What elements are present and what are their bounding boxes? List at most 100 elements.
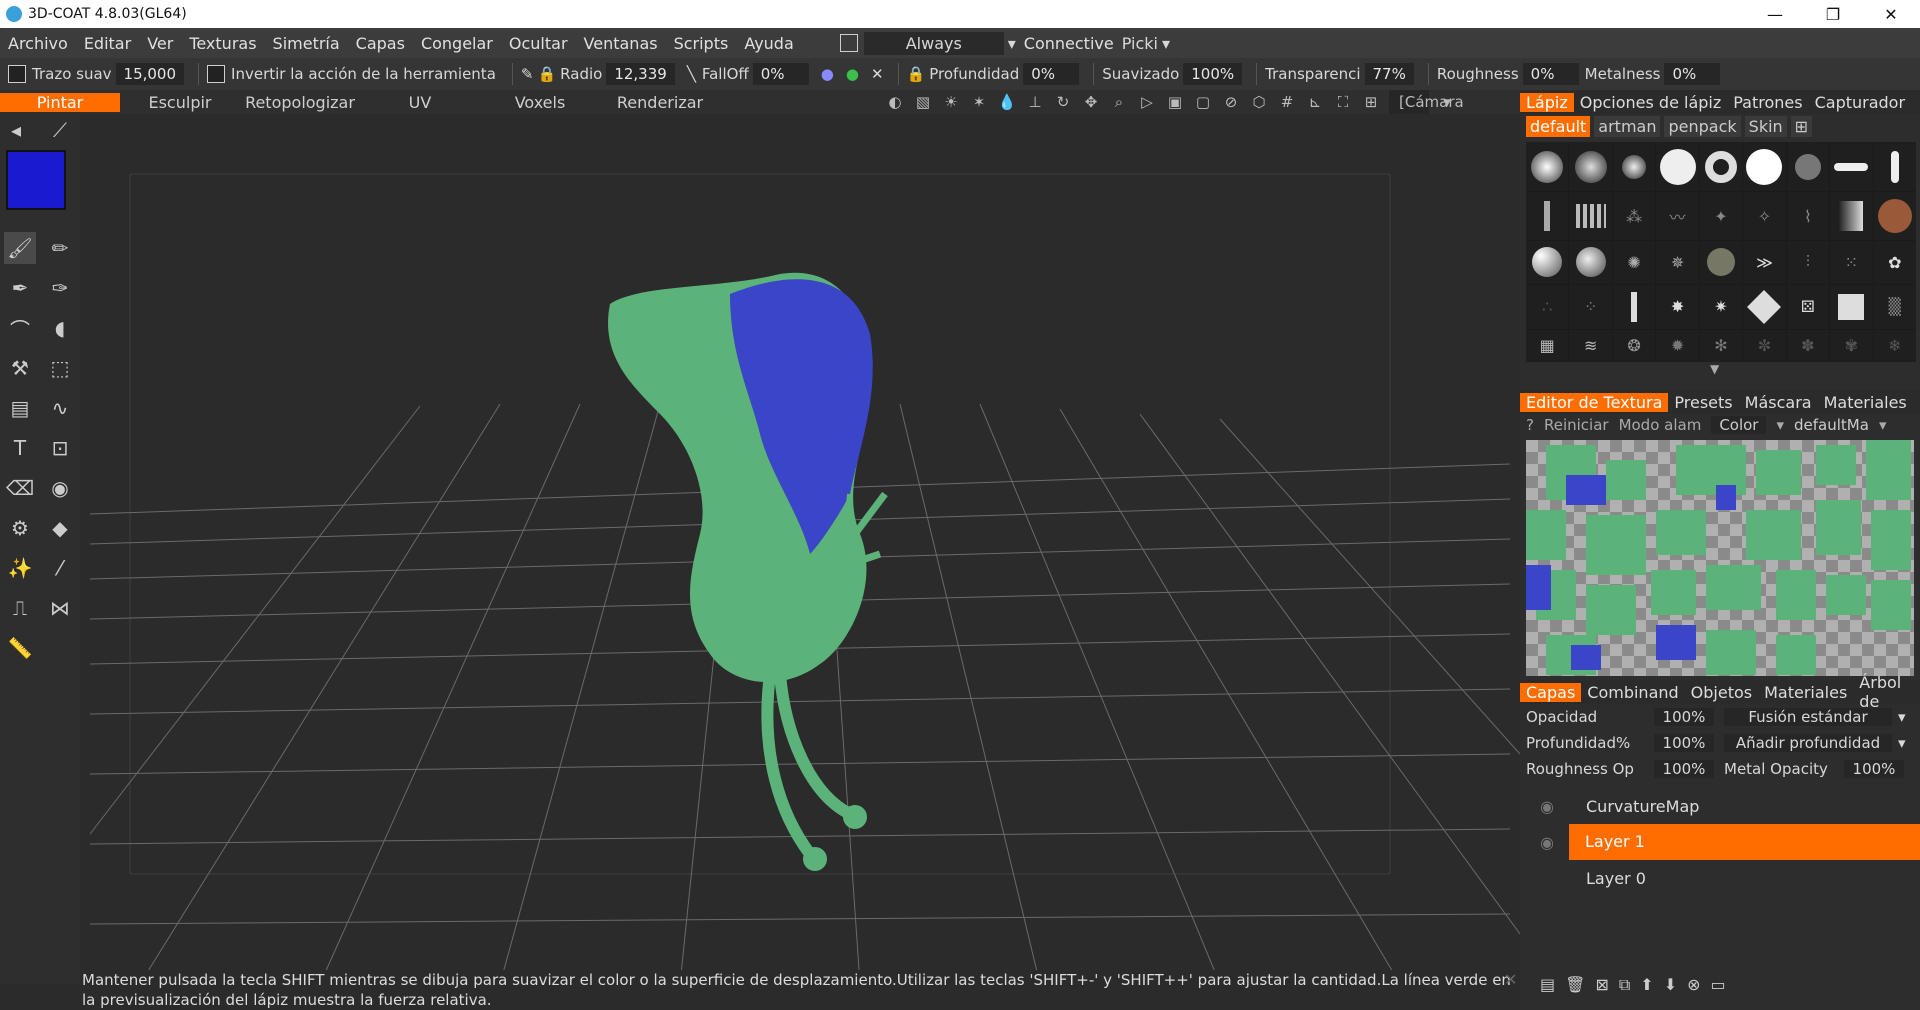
minimize-button[interactable]: — <box>1746 0 1804 28</box>
camera-dropdown[interactable]: [Cámara ...] <box>1389 90 1464 131</box>
brush-alpha-item[interactable] <box>1612 285 1656 329</box>
pencil-icon[interactable]: ✏ <box>44 232 76 264</box>
move-up-icon[interactable]: ⬆ <box>1640 975 1653 995</box>
brush-alpha-item[interactable] <box>1526 240 1569 285</box>
layer-row-selected[interactable]: ◉ Layer 1 <box>1520 824 1920 860</box>
tab-materiales[interactable]: Materiales <box>1818 393 1913 412</box>
play-icon[interactable]: ▷ <box>1137 92 1157 112</box>
tab-materiales-capas[interactable]: Materiales <box>1758 683 1853 702</box>
tab-capas[interactable]: Capas <box>1520 682 1582 702</box>
cube-icon[interactable]: ⬡ <box>1249 92 1269 112</box>
brush-alpha-item[interactable]: ⌇ <box>1786 192 1830 240</box>
connective-label[interactable]: Connective <box>1016 34 1122 53</box>
chevron-down-icon[interactable]: ▾ <box>1162 34 1170 53</box>
brush-alpha-item[interactable]: ⁘ <box>1569 285 1612 329</box>
tab-esculpir[interactable]: Esculpir <box>120 93 240 112</box>
path-icon[interactable]: ∿ <box>44 392 76 424</box>
tab-presets[interactable]: Presets <box>1668 393 1738 412</box>
metalness-value[interactable]: 0% <box>1664 63 1721 85</box>
suavizado-value[interactable]: 100% <box>1183 63 1243 85</box>
brush-alpha-item[interactable]: ⁙ <box>1830 240 1873 285</box>
always-dropdown[interactable]: Always <box>863 31 1004 55</box>
restore-button[interactable]: ❐ <box>1804 0 1862 28</box>
duplicate-layer-icon[interactable]: ⧉ <box>1619 975 1630 995</box>
lock-icon[interactable]: 🔒 <box>537 65 556 83</box>
tab-objetos[interactable]: Objetos <box>1685 683 1758 702</box>
bucket-icon[interactable]: ◆ <box>44 512 76 544</box>
tab-capturador[interactable]: Capturador <box>1809 93 1911 112</box>
split-view-icon[interactable]: ⊞ <box>1361 92 1381 112</box>
brush-alpha-item[interactable]: ✼ <box>1743 329 1786 362</box>
gear-icon[interactable]: ⚙ <box>4 512 36 544</box>
folder-icon[interactable]: ▭ <box>1711 975 1726 995</box>
brush-alpha-item[interactable] <box>1743 142 1786 192</box>
layer-row[interactable]: Layer 0 <box>1520 860 1920 896</box>
brush-alpha-item[interactable]: ✸ <box>1656 285 1699 329</box>
brush-alpha-item[interactable]: ✽ <box>1786 329 1830 362</box>
frame-all-icon[interactable]: ▣ <box>1165 92 1185 112</box>
airbrush-icon[interactable]: ✒ <box>4 272 36 304</box>
eye-icon[interactable]: ◉ <box>44 472 76 504</box>
roughness-value[interactable]: 0% <box>1522 63 1579 85</box>
clear-layer-icon[interactable]: ⊠ <box>1595 975 1608 995</box>
brush-alpha-item[interactable] <box>1569 142 1612 192</box>
tab-renderizar[interactable]: Renderizar <box>600 93 720 112</box>
menu-congelar[interactable]: Congelar <box>413 34 501 53</box>
brush-alpha-item[interactable]: ✵ <box>1656 240 1699 285</box>
tab-mascara[interactable]: Máscara <box>1739 393 1818 412</box>
brush-alpha-item[interactable] <box>1526 142 1569 192</box>
half-circle-icon[interactable]: ◐ <box>885 92 905 112</box>
trazo-value[interactable]: 15,000 <box>115 63 185 85</box>
green-sphere-icon[interactable]: ● <box>846 65 859 83</box>
brush-alpha-item[interactable] <box>1569 240 1612 285</box>
menu-simetria[interactable]: Simetría <box>265 34 348 53</box>
layer-name[interactable]: Layer 1 <box>1568 824 1920 860</box>
menu-ocultar[interactable]: Ocultar <box>501 34 576 53</box>
blend-mode-dropdown[interactable]: Fusión estándar <box>1724 708 1892 726</box>
menu-texturas[interactable]: Texturas <box>181 34 264 53</box>
no-icon[interactable]: ⊘ <box>1221 92 1241 112</box>
menu-editar[interactable]: Editar <box>76 34 139 53</box>
layer-name[interactable]: Layer 0 <box>1564 869 1646 888</box>
layer-row[interactable]: ◉ CurvatureMap <box>1520 788 1920 824</box>
help-button[interactable]: ? <box>1526 416 1534 434</box>
light-direction-icon[interactable]: ✶ <box>969 92 989 112</box>
brush-alpha-item[interactable] <box>1526 192 1569 240</box>
grid-icon[interactable]: # <box>1277 92 1297 112</box>
stroke-icon[interactable]: ⟋ <box>44 114 76 146</box>
move-down-icon[interactable]: ⬇ <box>1664 975 1677 995</box>
ruler-icon[interactable]: 📏 <box>4 632 36 664</box>
brush-alpha-item[interactable] <box>1830 142 1873 192</box>
brush-alpha-item[interactable]: ✿ <box>1873 240 1916 285</box>
light-icon[interactable]: ☀ <box>941 92 961 112</box>
sculpted-mesh[interactable] <box>608 272 888 871</box>
brush-alpha-item[interactable] <box>1830 192 1873 240</box>
depth-value[interactable]: 100% <box>1654 734 1714 752</box>
menu-scripts[interactable]: Scripts <box>666 34 737 53</box>
chevron-down-icon[interactable]: ▾ <box>1898 734 1906 752</box>
menu-capas[interactable]: Capas <box>348 34 413 53</box>
brush-alpha-item[interactable] <box>1699 142 1743 192</box>
brush-alpha-item[interactable]: ▒ <box>1873 285 1916 329</box>
layer-name[interactable]: CurvatureMap <box>1564 797 1699 816</box>
image-icon[interactable]: ▧ <box>913 92 933 112</box>
drop-icon[interactable]: 💧 <box>997 92 1017 112</box>
tab-editor-textura[interactable]: Editor de Textura <box>1520 392 1669 412</box>
brush-alpha-item[interactable]: ❄ <box>1873 329 1916 362</box>
copy-icon[interactable]: ▤ <box>4 392 36 424</box>
visibility-eye-icon[interactable]: ◉ <box>1540 797 1564 816</box>
profundidad-value[interactable]: 0% <box>1023 63 1080 85</box>
paint-brush-icon[interactable]: 🖌 <box>4 232 36 264</box>
gizmo-icon[interactable]: ⊥ <box>1025 92 1045 112</box>
smudge-icon[interactable]: ⌒ <box>4 312 36 344</box>
fill-brush-icon[interactable]: ✑ <box>44 272 76 304</box>
tab-combinando[interactable]: Combinand <box>1581 683 1684 702</box>
sphere-material-icon[interactable]: ● <box>821 65 834 83</box>
brush-alpha-item[interactable]: ✧ <box>1743 192 1786 240</box>
menu-ver[interactable]: Ver <box>139 34 181 53</box>
transparencia-value[interactable]: 77% <box>1364 63 1414 85</box>
picking-dropdown[interactable]: Picki <box>1122 34 1158 53</box>
visibility-eye-icon[interactable]: ◉ <box>1540 833 1563 852</box>
fullscreen-icon[interactable]: ⛶ <box>1333 92 1353 112</box>
brush-alpha-item[interactable]: ∴ <box>1526 285 1569 329</box>
